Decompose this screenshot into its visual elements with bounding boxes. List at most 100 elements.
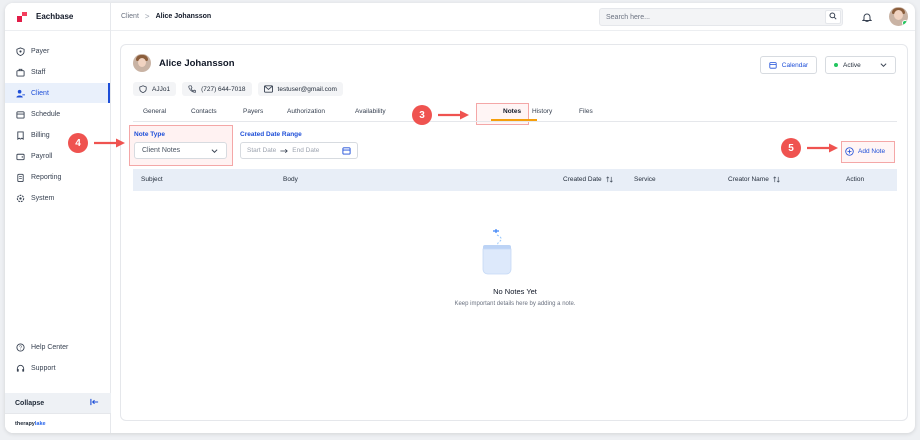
user-avatar[interactable] <box>889 7 908 26</box>
sidebar: Eachbase Payer Staff Client Schedule Bil… <box>5 3 111 433</box>
svg-text:?: ? <box>19 345 22 351</box>
client-panel: Alice Johansson AJJo1 (727) 644-7018 tes… <box>120 44 908 421</box>
column-creator-name[interactable]: Creator Name <box>728 176 780 183</box>
sidebar-item-client[interactable]: Client <box>5 83 110 103</box>
collapse-arrow-icon <box>90 398 99 408</box>
column-body: Body <box>283 176 298 183</box>
bell-icon[interactable] <box>861 11 873 23</box>
phone-icon <box>188 85 197 93</box>
tab-contacts[interactable]: Contacts <box>191 108 217 115</box>
tab-availability[interactable]: Availability <box>355 108 386 115</box>
breadcrumb-separator: > <box>144 12 150 21</box>
cog-icon <box>15 193 25 203</box>
note-type-value: Client Notes <box>142 147 181 154</box>
wallet-icon <box>15 151 25 161</box>
sidebar-item-reporting[interactable]: Reporting <box>5 167 110 187</box>
sidebar-bottom: ? Help Center Support Collapse therapy la… <box>5 337 111 433</box>
sidebar-item-payer[interactable]: Payer <box>5 41 110 61</box>
note-type-label: Note Type <box>134 131 165 138</box>
tab-payers[interactable]: Payers <box>243 108 263 115</box>
online-status-icon <box>902 20 908 26</box>
sidebar-item-label: Billing <box>31 131 50 139</box>
notes-table-header: Subject Body Created Date Service Creato… <box>133 169 897 191</box>
breadcrumb-current: Alice Johansson <box>155 13 212 20</box>
status-dot-icon <box>834 63 838 67</box>
date-range-picker[interactable]: Start Date End Date <box>240 142 358 159</box>
headset-icon <box>15 363 25 373</box>
support-link[interactable]: Support <box>5 358 111 378</box>
help-section: ? Help Center Support <box>5 337 111 393</box>
status-select[interactable]: Active <box>825 56 896 74</box>
column-subject: Subject <box>141 176 163 183</box>
question-circle-icon: ? <box>15 342 25 352</box>
sidebar-item-label: Schedule <box>31 110 61 118</box>
arrow-right-icon <box>438 110 469 120</box>
add-note-label: Add Note <box>858 148 886 155</box>
calendar-label: Calendar <box>781 61 809 69</box>
start-date-input[interactable]: Start Date <box>247 147 276 154</box>
client-email-chip: testuser@gmail.com <box>257 82 343 96</box>
sort-icon[interactable] <box>773 176 780 183</box>
column-service: Service <box>634 176 656 183</box>
empty-state-title: No Notes Yet <box>493 287 537 296</box>
sidebar-item-label: System <box>31 194 55 202</box>
sidebar-item-system[interactable]: System <box>5 188 110 208</box>
search-button[interactable] <box>825 10 841 24</box>
receipt-icon <box>15 130 25 140</box>
calendar-icon[interactable] <box>342 146 351 155</box>
app-window: Eachbase Payer Staff Client Schedule Bil… <box>5 3 915 433</box>
top-bar: Client > Alice Johansson Search here... <box>111 3 915 31</box>
footer-brand-a: therapy <box>15 420 35 427</box>
collapse-button[interactable]: Collapse <box>5 393 111 413</box>
note-type-select[interactable]: Client Notes <box>134 142 227 159</box>
sort-icon[interactable] <box>605 176 613 183</box>
help-center-link[interactable]: ? Help Center <box>5 337 111 357</box>
add-note-button[interactable]: Add Note <box>845 144 885 159</box>
step-marker-4: 4 <box>68 133 88 153</box>
empty-folder-icon <box>479 229 515 275</box>
calendar-icon <box>769 61 777 69</box>
breadcrumb-root[interactable]: Client <box>121 13 139 20</box>
brand: Eachbase <box>5 3 110 31</box>
sidebar-item-label: Client <box>31 89 49 97</box>
client-avatar <box>133 54 151 72</box>
tab-history[interactable]: History <box>532 108 552 115</box>
calendar-icon <box>15 109 25 119</box>
sidebar-item-label: Reporting <box>31 173 62 181</box>
column-label: Action <box>846 176 865 183</box>
client-id-chip: AJJo1 <box>133 82 177 96</box>
tab-authorization[interactable]: Authorization <box>287 108 325 115</box>
plus-circle-icon <box>845 147 854 156</box>
column-action: Action <box>846 176 864 183</box>
sidebar-item-staff[interactable]: Staff <box>5 62 110 82</box>
breadcrumb: Client > Alice Johansson <box>121 12 211 21</box>
column-created-date[interactable]: Created Date <box>563 176 613 183</box>
arrow-right-icon <box>94 138 125 148</box>
footer-brand-b: lake <box>34 420 46 427</box>
sidebar-item-schedule[interactable]: Schedule <box>5 104 110 124</box>
end-date-input[interactable]: End Date <box>292 147 319 154</box>
sidebar-item-payroll[interactable]: Payroll <box>5 146 110 166</box>
column-label: Service <box>634 176 656 183</box>
sidebar-item-label: Staff <box>31 68 46 76</box>
arrow-right-icon <box>807 143 838 153</box>
empty-state-subtitle: Keep important details here by adding a … <box>454 301 576 307</box>
client-name: Alice Johansson <box>159 57 235 69</box>
tab-general[interactable]: General <box>143 108 166 115</box>
column-label: Body <box>283 176 298 183</box>
sidebar-nav: Payer Staff Client Schedule Billing Payr… <box>5 31 110 208</box>
search-icon <box>829 12 837 22</box>
tab-files[interactable]: Files <box>579 108 593 115</box>
support-label: Support <box>31 364 56 372</box>
tab-notes[interactable]: Notes <box>503 108 521 115</box>
date-range-label: Created Date Range <box>240 131 302 138</box>
briefcase-icon <box>15 67 25 77</box>
status-value: Active <box>843 61 861 69</box>
sidebar-item-label: Payer <box>31 47 50 55</box>
active-tab-underline <box>491 119 537 121</box>
brand-name: Eachbase <box>36 12 74 21</box>
client-tabs: General Contacts Payers Authorization Av… <box>133 104 897 122</box>
calendar-button[interactable]: Calendar <box>760 56 817 74</box>
client-phone: (727) 644-7018 <box>201 85 246 93</box>
search-input[interactable]: Search here... <box>599 8 843 26</box>
